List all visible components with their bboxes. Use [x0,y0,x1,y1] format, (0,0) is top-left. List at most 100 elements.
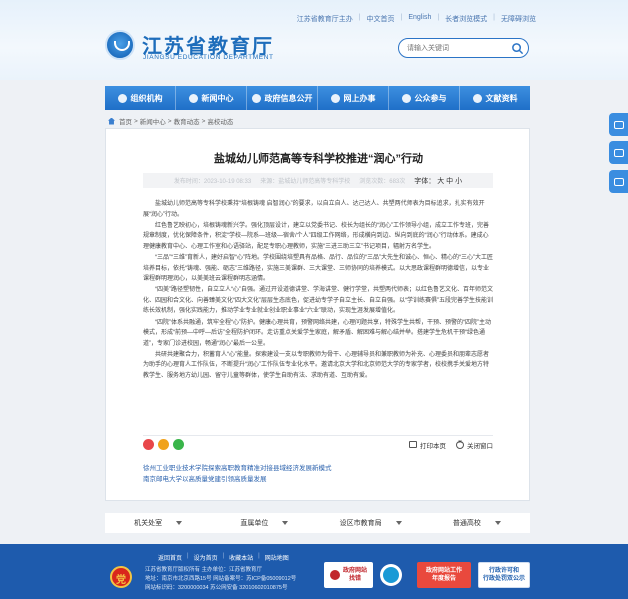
qzone-share-icon[interactable] [158,439,169,450]
footer-address: 地址：南京市北京西路15号 网站备案号：苏ICP备05009012号 [145,576,297,582]
select-label: 直属单位 [240,520,269,527]
print-label: 打印本页 [420,442,446,450]
nav-item-organization[interactable]: 组织机构 [105,86,176,110]
license-badge-line: 行政许可和 [488,568,519,574]
select-label: 设区市教育局 [339,520,382,527]
font-size-label: 字体： [414,177,436,185]
nav-label: 组织机构 [130,93,163,103]
view-count: 浏览次数：683次 [359,179,406,185]
caret-down-icon [176,521,183,525]
separator: | [187,553,189,559]
article-card: 盐城幼儿师范高等专科学校推进“润心”行动 发布时间：2023-10-19 08:… [105,128,530,501]
nav-item-news[interactable]: 新闻中心 [176,86,247,110]
footer-bookmark-link[interactable]: 收藏本站 [229,553,253,562]
print-button[interactable]: 打印本页 [409,440,446,450]
annual-report-badge[interactable]: 政府网站工作 年度报告 [417,562,471,588]
top-links: 江苏省教育厅主办 | 中文首页 | English | 长者浏览模式 | 无障碍… [297,14,536,24]
gov-site-error-badge[interactable]: 政府网站 找错 [324,562,373,588]
wechat-share-icon[interactable] [173,439,184,450]
footer-sitemap-link[interactable]: 网站地图 [265,553,289,562]
article-paragraph: 盐城幼儿师范高等专科学校秉持“培根铸魂 启智润心”的要求，以自立自人、达己达人、… [143,201,485,218]
gov-info-icon [251,93,261,103]
search-box [398,38,529,58]
search-input[interactable] [407,42,507,55]
affiliated-select[interactable]: 直属单位 [211,518,317,528]
chat-icon [613,120,624,129]
breadcrumb-news[interactable]: 新闻中心 [140,116,166,126]
home-icon [108,117,115,125]
font-medium-button[interactable]: 中 [446,178,453,185]
gov-badge-line: 找错 [348,576,361,582]
breadcrumb-sep: > [201,117,206,125]
side-chat-button[interactable] [609,113,628,136]
article-tools: 打印本页 关闭窗口 [409,439,493,450]
nav-label: 新闻中心 [201,93,234,103]
close-window-button[interactable]: 关闭窗口 [456,439,493,450]
nav-label: 文献资料 [485,93,518,103]
elder-mode-link[interactable]: 长者浏览模式 [445,14,487,24]
university-select[interactable]: 普通高校 [424,518,530,528]
footer-set-home-link[interactable]: 设为首页 [194,553,218,562]
close-icon [456,439,464,449]
footer-links: 返回首页 | 设为首页 | 收藏本站 | 网站地图 [158,553,289,562]
caret-down-icon [494,521,501,525]
nav-item-public-participation[interactable]: 公众参与 [389,86,460,110]
nav-item-online-service[interactable]: 网上办事 [318,86,389,110]
chinese-home-link[interactable]: 中文首页 [367,14,395,24]
footer-home-link[interactable]: 返回首页 [158,553,182,562]
news-icon [188,93,198,103]
gov-badge-line: 政府网站 [342,568,367,574]
logo-emblem-icon[interactable] [105,30,135,60]
article-paragraph: “四院”体系共融通，筑牢全程“心”防护。健康心理共育，预警网络共建，心理问题共享… [143,319,491,347]
footer-code: 网站标识码：3200000034 苏公网安备 32010602010875号 [145,585,288,591]
caret-down-icon [282,521,289,525]
font-small-button[interactable]: 小 [455,178,462,185]
breadcrumb-sep: > [167,117,172,125]
breadcrumb-current[interactable]: 高校动态 [207,116,233,126]
side-mobile-button[interactable] [609,170,628,193]
license-penalty-badge[interactable]: 行政许可和行政处罚双公示 [478,562,530,588]
document-icon [472,93,482,103]
font-size-control: 字体： 大 中 小 [414,176,462,186]
article-paragraph: “四美”路径塑韧性，自立立人“心”自强。通过开设道德讲堂、学海讲堂、健行学堂，共… [143,287,493,315]
chat-icon [401,93,411,103]
publish-time: 发布时间：2023-10-19 08:33 [173,179,252,185]
city-bureau-select[interactable]: 设区市教育局 [318,518,424,528]
separator: | [400,14,403,21]
nav-label: 政府信息公开 [264,93,313,103]
nav-item-documents[interactable]: 文献资料 [460,86,530,110]
weibo-share-icon[interactable] [143,439,154,450]
main-nav: 组织机构 新闻中心 政府信息公开 网上办事 公众参与 文献资料 [105,86,530,110]
accessibility-badge[interactable] [380,564,402,586]
accessibility-link[interactable]: 无障碍浏览 [501,14,536,24]
font-large-button[interactable]: 大 [437,178,444,185]
accessibility-icon [383,567,399,583]
side-wechat-button[interactable] [609,141,628,164]
breadcrumb: 首页 > 新闻中心 > 教育动态 > 高校动态 [108,116,233,126]
print-icon [409,441,417,448]
wechat-icon [613,148,624,157]
article-source: 来源：盐城幼儿师范高等专科学校 [260,179,351,185]
breadcrumb-news-section[interactable]: 教育动态 [174,116,200,126]
english-link[interactable]: English [408,14,431,24]
annual-badge-line: 年度报告 [431,576,456,582]
logo-subtitle: JIANGSU EDUCATION DEPARTMENT [143,54,274,61]
annual-badge-line: 政府网站工作 [425,568,462,574]
share-row: 打印本页 关闭窗口 [143,435,493,453]
breadcrumb-home[interactable]: 首页 [119,116,132,126]
nav-item-gov-info[interactable]: 政府信息公开 [247,86,318,110]
breadcrumb-sep: > [134,117,138,125]
caret-down-icon [395,521,402,525]
license-badge-line: 行政处罚双公示 [482,576,525,582]
select-label: 机关处室 [134,520,163,527]
related-link[interactable]: 南京邮电大学以高质量党建引领高质量发展 [143,474,332,485]
search-icon[interactable] [511,42,524,55]
related-sites-row: 机关处室 直属单位 设区市教育局 普通高校 [105,513,530,533]
article-paragraph: “三品”“三维”育新人，建好启智“心”阵地。学校围绕培塑具有品格、品行、品位的“… [143,254,493,283]
party-organization-badge-icon[interactable]: 党 [110,566,132,588]
related-link[interactable]: 徐州工业职业技术学院探索高职教育精准对接县域经济发展新模式 [143,463,332,474]
article-paragraph: 红色鲁艺映初心，培根铸魂新兴学。强化顶层设计，建立以党委书记、校长为组长的“润心… [143,222,489,250]
dept-select[interactable]: 机关处室 [105,518,211,528]
close-label: 关闭窗口 [467,442,493,450]
license-badge-text: 行政许可和行政处罚双公示 [483,567,525,583]
